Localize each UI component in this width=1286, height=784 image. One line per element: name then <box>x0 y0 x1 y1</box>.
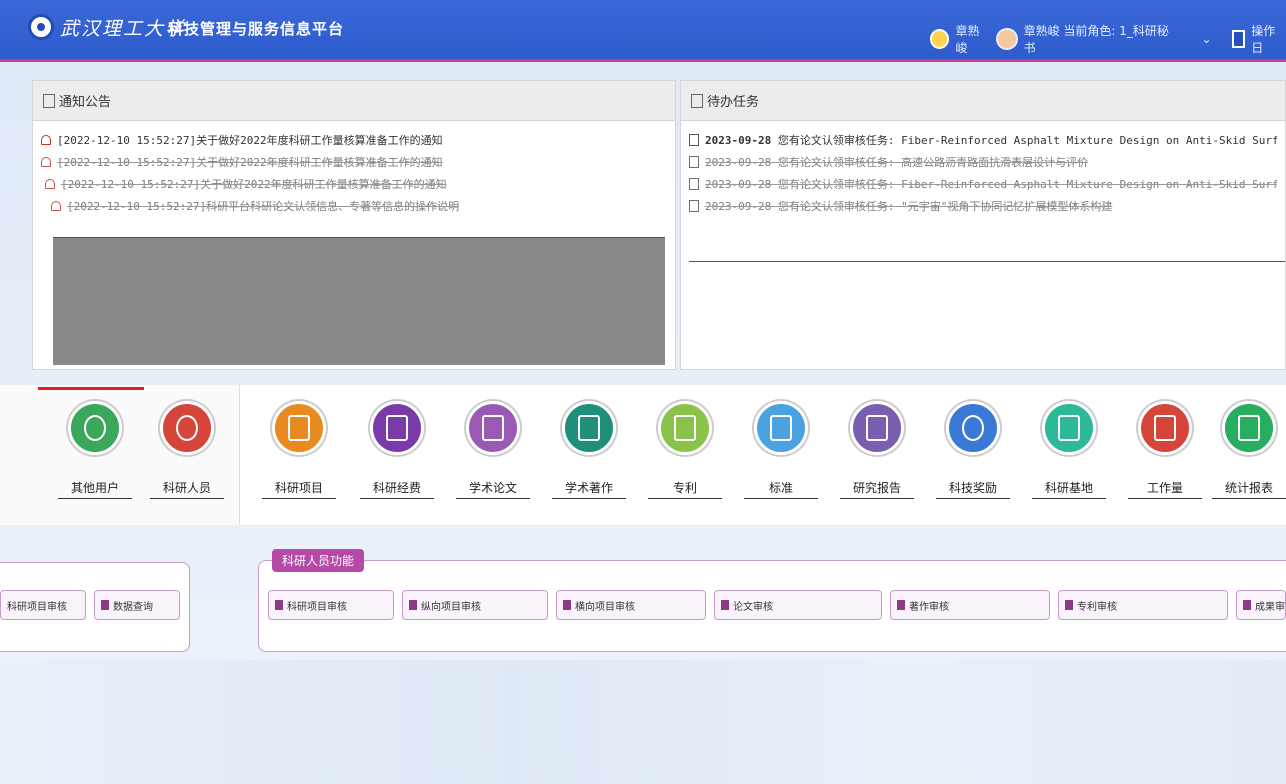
task-item[interactable]: 2023-09-28 您有论文认领审核任务: Fiber-Reinforced … <box>689 129 1277 151</box>
module-standards[interactable]: 标准 <box>744 401 818 499</box>
function-icon <box>1065 600 1073 610</box>
function-button[interactable]: 专利审核 <box>1058 590 1228 620</box>
platform-name: 科技管理与服务信息平台 <box>168 20 345 38</box>
module-projects[interactable]: 科研项目 <box>262 401 336 499</box>
log-icon[interactable] <box>1231 30 1246 48</box>
task-item[interactable]: 2023-09-28 您有论文认领审核任务: 高速公路沥青路面抗滑表层设计与评价 <box>689 151 1277 173</box>
function-icon <box>721 600 729 610</box>
module-books[interactable]: 学术著作 <box>552 401 626 499</box>
function-button[interactable]: 横向项目审核 <box>556 590 706 620</box>
gear-people-icon <box>68 401 122 455</box>
module-researchers[interactable]: 科研人员 <box>150 401 224 499</box>
people-icon <box>160 401 214 455</box>
module-awards[interactable]: 科技奖励 <box>936 401 1010 499</box>
function-icon <box>409 600 417 610</box>
task-scroll-area <box>689 261 1285 365</box>
notice-icon <box>43 93 55 108</box>
function-button[interactable]: 科研项目审核 <box>268 590 394 620</box>
notice-panel: 通知公告 [2022-12-10 15:52:27]关于做好2022年度科研工作… <box>32 80 676 370</box>
task-icon <box>691 93 703 108</box>
user-name[interactable]: 章熟峻 <box>955 22 990 56</box>
task-panel-header: 待办任务 <box>681 81 1285 121</box>
task-item[interactable]: 2023-09-28 您有论文认领审核任务: "元宇宙"视角下协同记忆扩展模型体… <box>689 195 1277 217</box>
page-background <box>0 660 1286 784</box>
function-button[interactable]: 纵向项目审核 <box>402 590 548 620</box>
clipboard-icon <box>1138 401 1192 455</box>
ops-log-link[interactable]: 操作日 <box>1251 22 1286 56</box>
project-icon <box>272 401 326 455</box>
role-text[interactable]: 章熟峻 当前角色: 1_科研秘书 <box>1024 22 1176 56</box>
top-header: 武汉理工大学 科技管理与服务信息平台 章熟峻 章熟峻 当前角色: 1_科研秘书 … <box>0 0 1286 62</box>
helper-icon[interactable] <box>930 29 950 49</box>
task-title: 待办任务 <box>707 95 760 110</box>
function-icon <box>275 600 283 610</box>
bell-icon <box>51 201 61 211</box>
function-icon <box>1243 600 1251 610</box>
function-button[interactable]: 著作审核 <box>890 590 1050 620</box>
function-icon <box>101 600 109 610</box>
wallet-icon <box>370 401 424 455</box>
module-patents[interactable]: 专利 <box>648 401 722 499</box>
doc-icon <box>689 200 699 212</box>
task-panel: 待办任务 2023-09-28 您有论文认领审核任务: Fiber-Reinfo… <box>680 80 1286 370</box>
active-indicator <box>38 387 144 390</box>
notice-title: 通知公告 <box>59 95 112 110</box>
patent-icon <box>658 401 712 455</box>
module-funds[interactable]: 科研经费 <box>360 401 434 499</box>
module-reports[interactable]: 研究报告 <box>840 401 914 499</box>
module-other-users[interactable]: 其他用户 <box>58 401 132 499</box>
chart-icon <box>1222 401 1276 455</box>
doc-icon <box>689 134 699 146</box>
function-icon <box>897 600 905 610</box>
user-area: 章熟峻 章熟峻 当前角色: 1_科研秘书 ⌄ 操作日 <box>930 22 1286 56</box>
bell-icon <box>41 135 51 145</box>
notice-panel-header: 通知公告 <box>33 81 675 121</box>
university-logo-icon <box>28 14 54 40</box>
base-icon <box>1042 401 1096 455</box>
module-workload[interactable]: 工作量 <box>1128 401 1202 499</box>
notice-item[interactable]: [2022-12-10 15:52:27]关于做好2022年度科研工作量核算准备… <box>41 129 667 151</box>
doc-icon <box>689 156 699 168</box>
notice-item[interactable]: [2022-12-10 15:52:27]关于做好2022年度科研工作量核算准备… <box>41 151 667 173</box>
module-statistics[interactable]: 统计报表 <box>1212 401 1286 499</box>
notice-item[interactable]: [2022-12-10 15:52:27]科研平台科研论文认领信息、专著等信息的… <box>41 195 667 217</box>
bell-icon <box>41 157 51 167</box>
book-icon <box>562 401 616 455</box>
function-panel-title: 科研人员功能 <box>272 549 365 572</box>
function-button[interactable]: 数据查询 <box>94 590 180 620</box>
task-item[interactable]: 2023-09-28 您有论文认领审核任务: Fiber-Reinforced … <box>689 173 1277 195</box>
role-dropdown-icon[interactable]: ⌄ <box>1202 32 1212 46</box>
notice-scroll-area <box>53 237 665 365</box>
function-button[interactable]: 论文审核 <box>714 590 882 620</box>
function-button[interactable]: 成果审核 <box>1236 590 1286 620</box>
notice-item[interactable]: [2022-12-10 15:52:27]关于做好2022年度科研工作量核算准备… <box>41 173 667 195</box>
report-icon <box>850 401 904 455</box>
award-icon <box>946 401 1000 455</box>
standard-icon <box>754 401 808 455</box>
avatar <box>996 28 1018 50</box>
module-strip: 其他用户 科研人员 科研项目 科研经费 学术论文 学术著作 专利 标准 研究报告… <box>0 385 1286 525</box>
doc-icon <box>689 178 699 190</box>
paper-icon <box>466 401 520 455</box>
module-papers[interactable]: 学术论文 <box>456 401 530 499</box>
function-button[interactable]: 科研项目审核 <box>0 590 86 620</box>
bell-icon <box>45 179 55 189</box>
module-bases[interactable]: 科研基地 <box>1032 401 1106 499</box>
function-icon <box>563 600 571 610</box>
